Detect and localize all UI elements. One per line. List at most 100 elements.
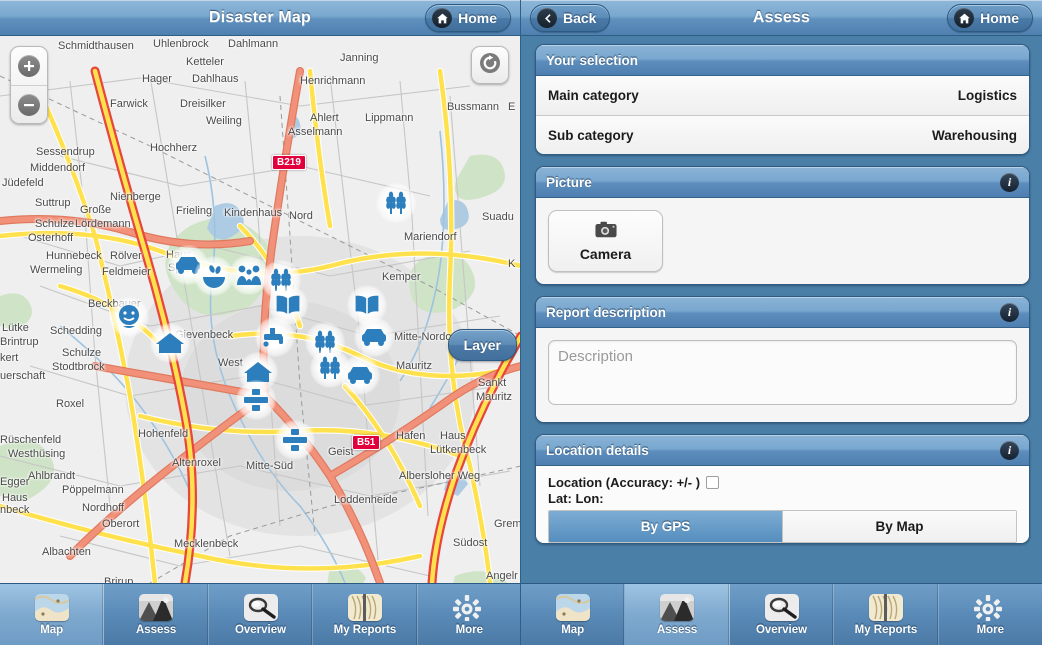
minus-icon xyxy=(18,93,40,116)
report-description-card: Report description i xyxy=(535,296,1030,423)
tab-label: Assess xyxy=(656,623,698,636)
home-button[interactable]: Home xyxy=(947,4,1033,32)
house-icon[interactable] xyxy=(150,323,190,363)
assess-form: Your selection Main category Logistics S… xyxy=(521,36,1042,583)
home-icon xyxy=(954,8,975,28)
tab-my-reports[interactable]: My Reports xyxy=(834,584,939,645)
tab-overview[interactable]: Overview xyxy=(730,584,835,645)
refresh-icon xyxy=(478,51,502,80)
tab-overview[interactable]: Overview xyxy=(209,584,314,645)
by-map-button[interactable]: By Map xyxy=(782,511,1016,542)
card-title: Location details xyxy=(546,442,649,458)
layer-button[interactable]: Layer xyxy=(447,329,517,361)
right-pane-assess: Back Assess Home Your selection Main cat… xyxy=(521,0,1042,645)
sub-category-value: Warehousing xyxy=(931,127,1017,143)
camera-button-label: Camera xyxy=(579,245,632,262)
latlon-label: Lat: Lon: xyxy=(548,491,604,506)
home-button-label: Home xyxy=(458,10,497,26)
main-category-label: Main category xyxy=(548,88,639,103)
assess-header: Back Assess Home xyxy=(521,0,1042,36)
car-icon[interactable] xyxy=(354,317,394,357)
car-icon[interactable] xyxy=(340,355,380,395)
tab-assess[interactable]: Assess xyxy=(625,584,730,645)
map-zoom-control[interactable] xyxy=(10,46,48,124)
tab-label: Map xyxy=(40,623,64,636)
medical-icon[interactable] xyxy=(275,420,315,460)
sub-category-row[interactable]: Sub category Warehousing xyxy=(536,115,1029,154)
tab-map[interactable]: Map xyxy=(0,584,105,645)
home-icon xyxy=(432,8,453,28)
home-button[interactable]: Home xyxy=(425,4,511,32)
bowl-wheat-icon[interactable] xyxy=(194,256,234,296)
description-input[interactable] xyxy=(548,340,1017,405)
tab-label: My Reports xyxy=(854,623,918,636)
card-header: Your selection xyxy=(536,45,1029,76)
zoom-in-button[interactable] xyxy=(11,47,47,85)
plus-icon xyxy=(18,55,40,77)
reports-icon xyxy=(347,593,382,621)
tab-label: Map xyxy=(561,623,585,636)
main-category-row[interactable]: Main category Logistics xyxy=(536,76,1029,115)
app-screen: Disaster Map Home Schmidthausen Uhlenbro… xyxy=(0,0,1042,645)
page-title: Disaster Map xyxy=(209,8,311,26)
picture-card: Picture i Camera xyxy=(535,166,1030,285)
card-title: Report description xyxy=(546,304,667,320)
description-body xyxy=(536,328,1029,422)
card-title: Your selection xyxy=(546,52,639,68)
magnifier-icon xyxy=(243,593,278,621)
tab-label: Overview xyxy=(234,623,287,636)
wheat-icon[interactable] xyxy=(376,183,416,223)
right-tab-bar[interactable]: Map Assess Overview My Reports More xyxy=(521,583,1042,645)
your-selection-card: Your selection Main category Logistics S… xyxy=(535,44,1030,155)
road-shield: B51 xyxy=(352,435,381,450)
map-icon xyxy=(34,593,69,621)
picture-body: Camera xyxy=(536,198,1029,284)
tab-assess[interactable]: Assess xyxy=(104,584,209,645)
gear-icon xyxy=(973,594,1007,621)
tab-my-reports[interactable]: My Reports xyxy=(313,584,418,645)
faucet-icon[interactable] xyxy=(255,317,295,357)
location-mode-segmented[interactable]: By GPS By Map xyxy=(548,510,1017,543)
card-header: Report description i xyxy=(536,297,1029,328)
info-icon[interactable]: i xyxy=(1000,172,1019,192)
page-title: Assess xyxy=(752,8,811,26)
map-icon xyxy=(555,593,590,621)
zoom-out-button[interactable] xyxy=(11,85,47,123)
map-viewport[interactable]: Schmidthausen Uhlenbrock Dahlmann Janning Ke… xyxy=(0,36,520,583)
medical-icon[interactable] xyxy=(236,380,276,420)
location-body: Location (Accuracy: +/- ) Lat: Lon: By G… xyxy=(536,466,1029,543)
face-icon[interactable] xyxy=(109,297,149,337)
card-header: Picture i xyxy=(536,167,1029,198)
by-gps-button[interactable]: By GPS xyxy=(549,511,782,542)
back-button[interactable]: Back xyxy=(530,4,611,32)
camera-button[interactable]: Camera xyxy=(548,210,663,272)
info-icon[interactable]: i xyxy=(1000,440,1019,460)
info-icon[interactable]: i xyxy=(1000,302,1019,322)
chevron-left-icon xyxy=(537,8,557,28)
card-header: Location details i xyxy=(536,435,1029,466)
gear-icon xyxy=(452,594,486,621)
card-title: Picture xyxy=(546,174,592,190)
accuracy-label: Location (Accuracy: +/- ) xyxy=(548,475,701,490)
accuracy-checkbox[interactable] xyxy=(706,476,720,489)
tab-more[interactable]: More xyxy=(418,584,520,645)
tab-label: My Reports xyxy=(333,623,397,636)
assess-icon xyxy=(139,593,174,621)
camera-icon xyxy=(594,221,617,243)
tab-label: Assess xyxy=(135,623,177,636)
accuracy-line: Location (Accuracy: +/- ) xyxy=(548,475,1017,490)
left-tab-bar[interactable]: Map Assess Overview My Reports More xyxy=(0,583,520,645)
home-button-label: Home xyxy=(980,10,1019,26)
location-details-card: Location details i Location (Accuracy: +… xyxy=(535,434,1030,544)
map-canvas xyxy=(0,36,520,583)
tab-map[interactable]: Map xyxy=(521,584,626,645)
reports-icon xyxy=(868,593,903,621)
map-header: Disaster Map Home xyxy=(0,0,520,36)
tab-label: More xyxy=(976,623,1005,636)
tab-more[interactable]: More xyxy=(939,584,1042,645)
assess-icon xyxy=(660,593,695,621)
tab-label: Overview xyxy=(755,623,808,636)
map-refresh-button[interactable] xyxy=(471,46,509,84)
magnifier-icon xyxy=(764,593,799,621)
sub-category-label: Sub category xyxy=(548,127,634,143)
